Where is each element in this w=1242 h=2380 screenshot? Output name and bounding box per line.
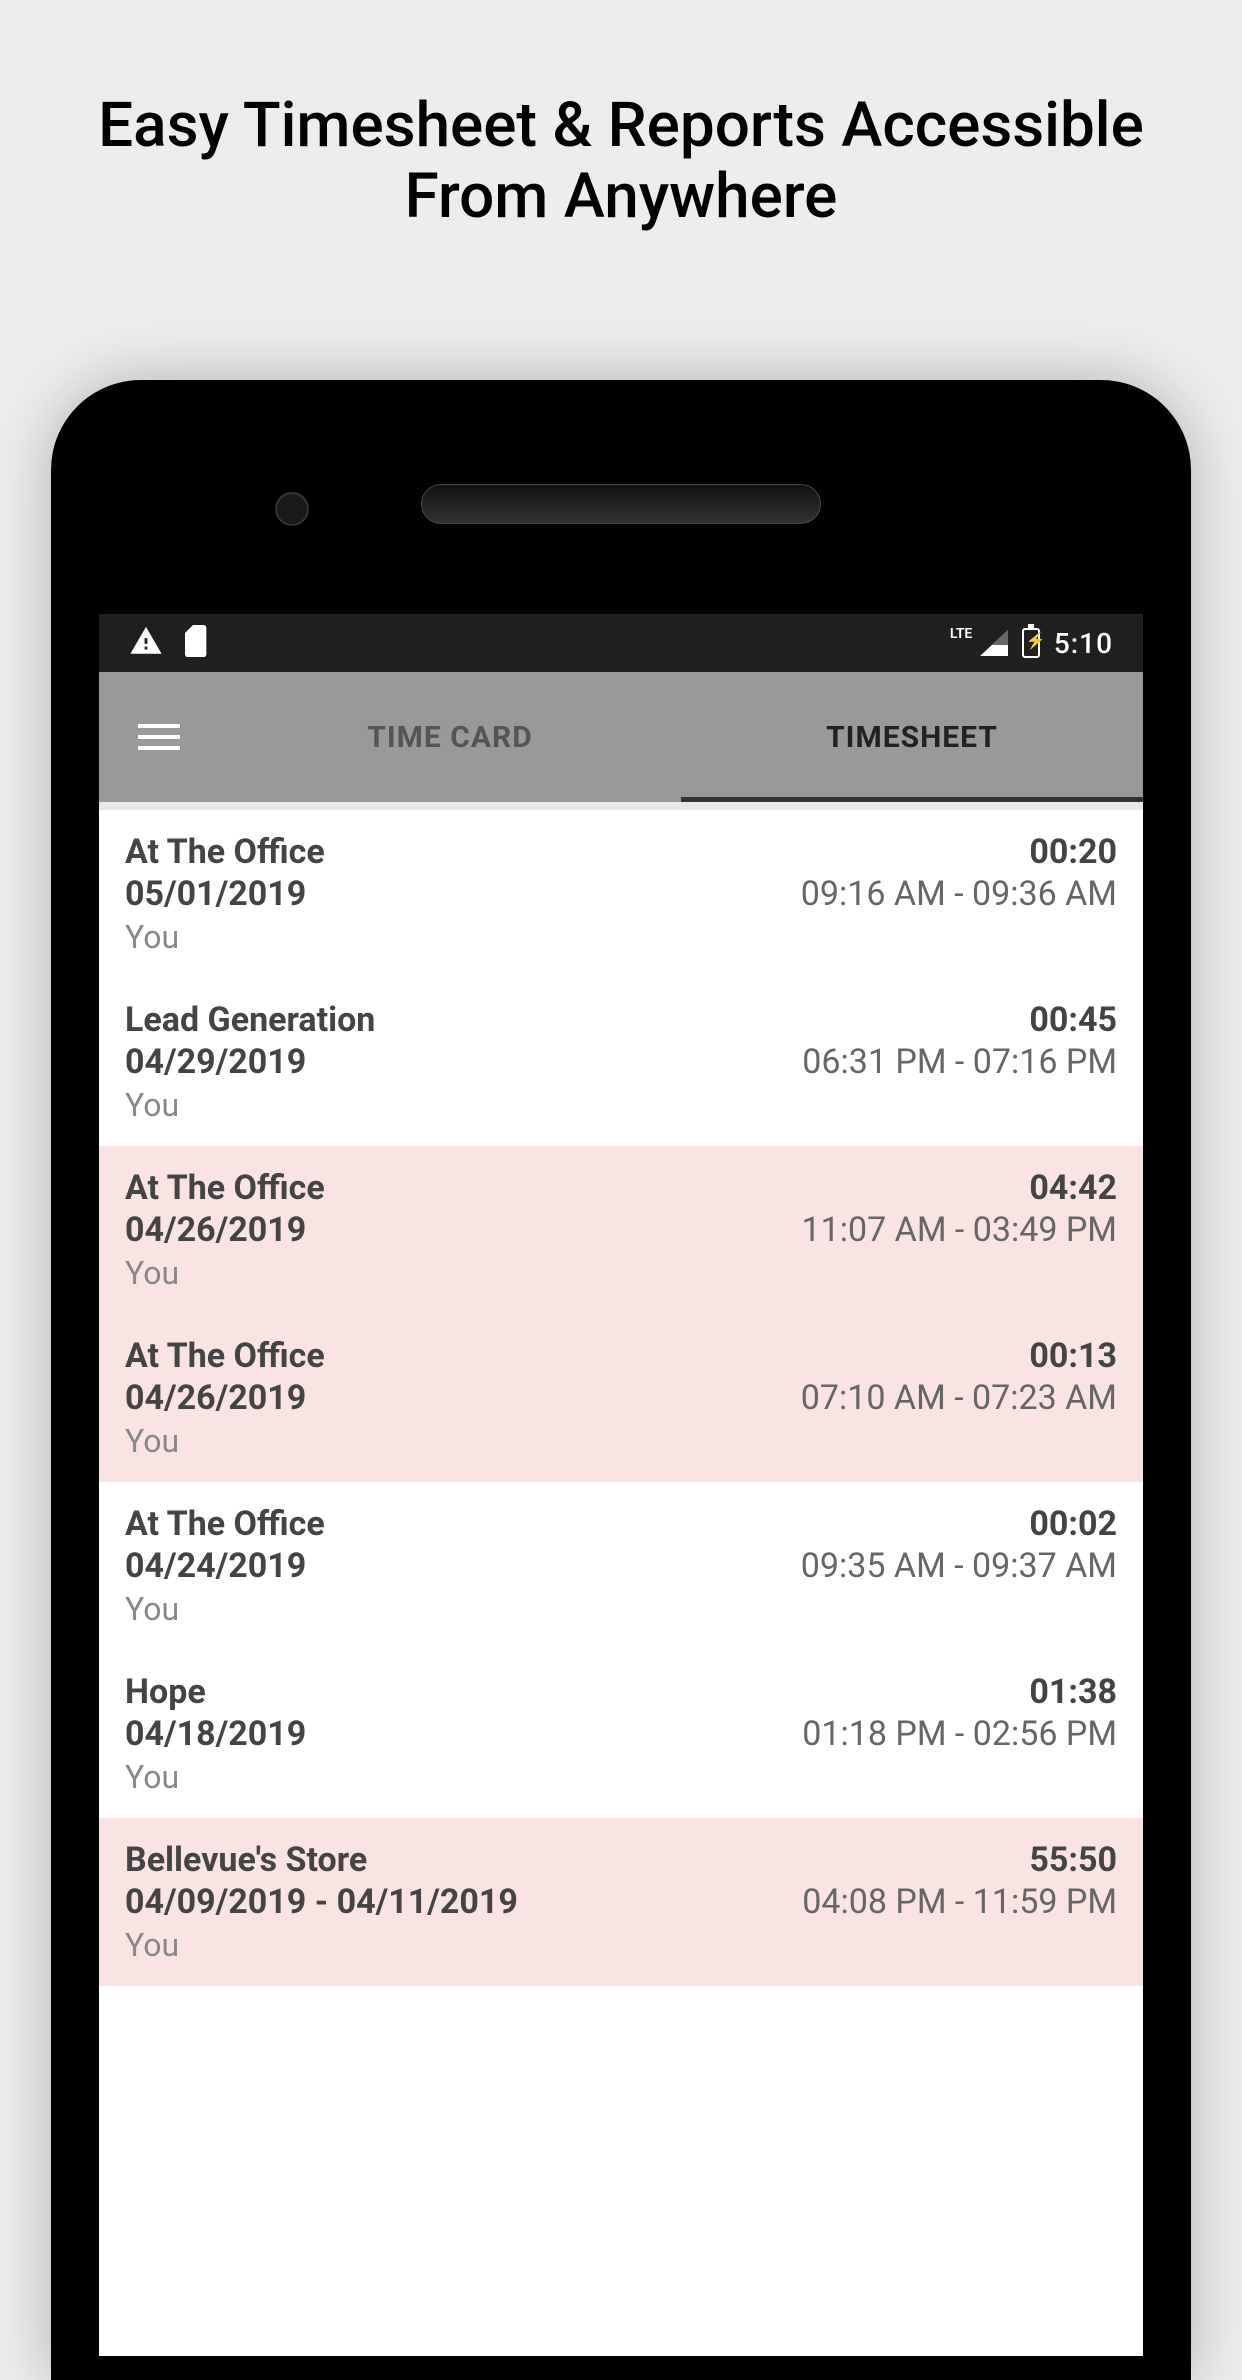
entry-user: You [125, 918, 325, 956]
timesheet-entries: At The Office05/01/2019You00:2009:16 AM … [99, 810, 1143, 1986]
entry-duration: 01:38 [1029, 1672, 1117, 1712]
timesheet-entry[interactable]: Bellevue's Store04/09/2019 - 04/11/2019 Y… [99, 1818, 1143, 1986]
signal-icon: LTE [980, 630, 1008, 656]
entry-title: Hope [125, 1672, 306, 1712]
entry-date: 04/18/2019 [125, 1714, 306, 1754]
entry-duration: 00:13 [1029, 1336, 1117, 1376]
entry-user: You [125, 1926, 518, 1964]
tab-timecard[interactable]: TIME CARD [219, 672, 681, 802]
timesheet-entry[interactable]: At The Office04/26/2019 You 00:1307:10 AM … [99, 1314, 1143, 1482]
status-left [129, 624, 209, 662]
entry-title: At The Office [125, 832, 325, 872]
entry-left: At The Office05/01/2019 You [125, 832, 325, 956]
entry-time-range: 09:35 AM - 09:37 AM [801, 1546, 1117, 1586]
entry-date: 05/01/2019 [125, 874, 325, 914]
entry-user: You [125, 1254, 325, 1292]
entry-title: At The Office [125, 1168, 325, 1208]
entry-duration: 04:42 [1029, 1168, 1117, 1208]
hamburger-icon [138, 724, 180, 750]
entry-duration: 00:20 [1029, 832, 1117, 872]
separator [99, 802, 1143, 810]
entry-left: Bellevue's Store04/09/2019 - 04/11/2019 Y… [125, 1840, 518, 1964]
app-bar: TIME CARD TIMESHEET [99, 672, 1143, 802]
speaker-grille [421, 484, 821, 524]
entry-right: 55:5004:08 PM - 11:59 PM [802, 1840, 1117, 1922]
phone-screen: LTE 5:10 TIME CARD TIMESHEET [99, 614, 1143, 2356]
entry-left: At The Office04/26/2019 You [125, 1168, 325, 1292]
entry-user: You [125, 1422, 325, 1460]
entry-time-range: 07:10 AM - 07:23 AM [801, 1378, 1117, 1418]
entry-date: 04/09/2019 - 04/11/2019 [125, 1882, 518, 1922]
entry-right: 00:0209:35 AM - 09:37 AM [801, 1504, 1117, 1586]
battery-charging-icon [1022, 628, 1040, 658]
entry-title: Bellevue's Store [125, 1840, 518, 1880]
status-bar: LTE 5:10 [99, 614, 1143, 672]
tabs-container: TIME CARD TIMESHEET [219, 672, 1143, 802]
entry-time-range: 06:31 PM - 07:16 PM [802, 1042, 1117, 1082]
entry-duration: 00:02 [1029, 1504, 1117, 1544]
entry-left: Hope04/18/2019 You [125, 1672, 306, 1796]
entry-date: 04/24/2019 [125, 1546, 325, 1586]
timesheet-entry[interactable]: Lead Generation04/29/2019 You 00:4506:31 P… [99, 978, 1143, 1146]
status-right: LTE 5:10 [980, 627, 1113, 660]
entry-duration: 55:50 [1029, 1840, 1117, 1880]
clock-time: 5:10 [1054, 627, 1113, 660]
timesheet-entry[interactable]: Hope04/18/2019 You 01:3801:18 PM - 02:56 P… [99, 1650, 1143, 1818]
camera-dot [275, 492, 309, 526]
lte-label: LTE [950, 626, 972, 642]
entry-left: At The Office04/24/2019 You [125, 1504, 325, 1628]
entry-left: Lead Generation04/29/2019 You [125, 1000, 375, 1124]
entry-time-range: 09:16 AM - 09:36 AM [801, 874, 1117, 914]
entry-left: At The Office04/26/2019 You [125, 1336, 325, 1460]
entry-date: 04/26/2019 [125, 1210, 325, 1250]
marketing-headline: Easy Timesheet & Reports Accessible From… [0, 0, 1242, 273]
menu-button[interactable] [99, 724, 219, 750]
sd-card-icon [185, 625, 209, 661]
tab-timesheet[interactable]: TIMESHEET [681, 672, 1143, 802]
timesheet-entry[interactable]: At The Office04/24/2019 You 00:0209:35 AM … [99, 1482, 1143, 1650]
phone-top [75, 404, 1167, 604]
warning-icon [129, 624, 163, 662]
entry-date: 04/29/2019 [125, 1042, 375, 1082]
entry-right: 04:4211:07 AM - 03:49 PM [802, 1168, 1117, 1250]
entry-title: Lead Generation [125, 1000, 375, 1040]
entry-time-range: 01:18 PM - 02:56 PM [802, 1714, 1117, 1754]
entry-duration: 00:45 [1029, 1000, 1117, 1040]
phone-inner: LTE 5:10 TIME CARD TIMESHEET [75, 404, 1167, 2356]
entry-user: You [125, 1086, 375, 1124]
entry-right: 01:3801:18 PM - 02:56 PM [802, 1672, 1117, 1754]
entry-right: 00:4506:31 PM - 07:16 PM [802, 1000, 1117, 1082]
timesheet-entry[interactable]: At The Office05/01/2019 You 00:2009:16 AM … [99, 810, 1143, 978]
entry-user: You [125, 1590, 325, 1628]
entry-user: You [125, 1758, 306, 1796]
entry-time-range: 04:08 PM - 11:59 PM [802, 1882, 1117, 1922]
entry-date: 04/26/2019 [125, 1378, 325, 1418]
entry-title: At The Office [125, 1504, 325, 1544]
phone-frame: LTE 5:10 TIME CARD TIMESHEET [51, 380, 1191, 2380]
entry-right: 00:1307:10 AM - 07:23 AM [801, 1336, 1117, 1418]
entry-title: At The Office [125, 1336, 325, 1376]
entry-right: 00:2009:16 AM - 09:36 AM [801, 832, 1117, 914]
entry-time-range: 11:07 AM - 03:49 PM [802, 1210, 1117, 1250]
timesheet-entry[interactable]: At The Office04/26/2019 You 04:4211:07 AM … [99, 1146, 1143, 1314]
